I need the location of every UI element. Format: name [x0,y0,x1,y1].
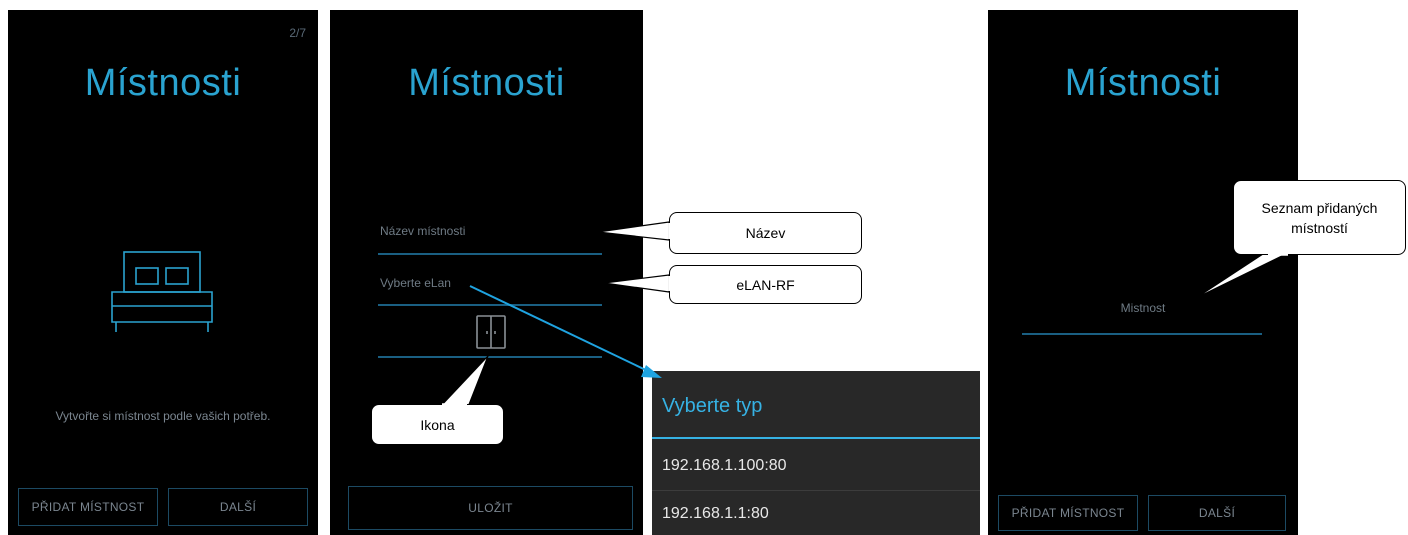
canvas: 2/7 Místnosti Vytvořte si místnost podle… [0,0,1408,535]
screen-title: Místnosti [84,62,242,104]
room-list-item[interactable]: Mistnost [988,301,1298,315]
dialog-divider [652,437,980,439]
callout-elan: eLAN-RF [669,265,862,304]
add-room-button[interactable]: PŘIDAT MÍSTNOST [18,488,158,526]
add-room-form-screen: Místnosti Název místnosti Vyberte eLan U… [330,10,643,535]
dialog-option-2[interactable]: 192.168.1.1:80 [662,505,769,523]
next-button[interactable]: DALŠÍ [168,488,308,526]
room-name-underline [378,253,602,255]
hint-text: Vytvořte si místnost podle vašich potřeb… [55,409,271,423]
screen-title: Místnosti [1064,62,1222,104]
bed-icon [111,251,213,332]
door-icon[interactable] [475,314,507,350]
callout-name: Název [669,212,862,254]
rooms-list-screen: Místnosti Mistnost PŘIDAT MÍSTNOST DALŠÍ [988,10,1298,535]
callout-icon: Ikona [371,404,504,445]
room-name-field[interactable]: Název místnosti [380,224,465,238]
callout-room-list: Seznam přidaných místností [1233,180,1406,255]
page-counter: 2/7 [289,26,306,40]
elan-select-field[interactable]: Vyberte eLan [380,276,451,290]
elan-select-underline [378,304,602,306]
next-button[interactable]: DALŠÍ [1148,495,1286,531]
icon-underline [378,356,602,358]
select-type-dialog: Vyberte typ 192.168.1.100:80 192.168.1.1… [652,371,980,535]
dialog-option-1[interactable]: 192.168.1.100:80 [662,457,787,475]
save-button[interactable]: ULOŽIT [348,486,633,530]
dialog-title: Vyberte typ [662,395,763,417]
add-room-button[interactable]: PŘIDAT MÍSTNOST [998,495,1138,531]
rooms-intro-screen: 2/7 Místnosti Vytvořte si místnost podle… [8,10,318,535]
room-list-underline [1022,333,1262,335]
screen-title: Místnosti [408,62,565,104]
option-separator [652,490,980,491]
